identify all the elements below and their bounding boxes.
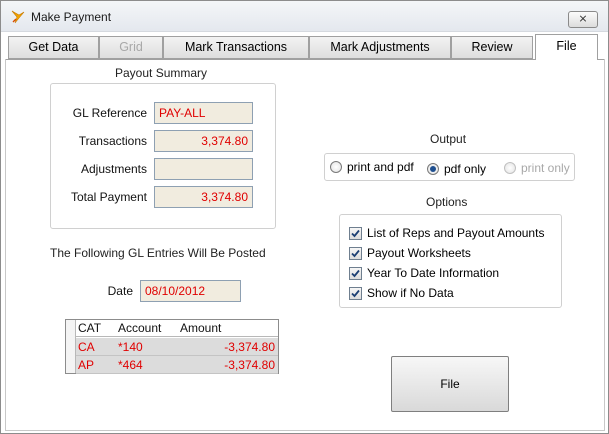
tab-file[interactable]: File	[535, 34, 598, 60]
checkbox-year-to-date-box	[349, 266, 362, 280]
tab-review[interactable]: Review	[451, 36, 533, 59]
checkbox-show-if-no-data-label: Show if No Data	[367, 286, 454, 300]
checkbox-list-of-reps[interactable]: List of Reps and Payout Amounts	[349, 226, 544, 240]
row-selector-column	[66, 320, 76, 373]
radio-pdf-only[interactable]: pdf only	[427, 162, 486, 176]
radio-print-and-pdf-indicator	[330, 161, 342, 173]
title-bar: Make Payment ⨯	[1, 1, 608, 32]
checkbox-payout-worksheets[interactable]: Payout Worksheets	[349, 246, 471, 260]
file-button[interactable]: File	[391, 356, 509, 412]
radio-print-only[interactable]: print only	[504, 161, 570, 175]
date-field[interactable]: 08/10/2012	[140, 280, 241, 302]
tab-mark-transactions[interactable]: Mark Transactions	[163, 36, 309, 59]
transactions-label: Transactions	[78, 134, 147, 148]
radio-print-only-indicator	[504, 162, 516, 174]
checkbox-list-of-reps-box	[349, 226, 362, 240]
adjustments-label: Adjustments	[80, 162, 147, 176]
window-title: Make Payment	[31, 10, 112, 24]
radio-print-only-label: print only	[521, 161, 570, 175]
checkbox-show-if-no-data-box	[349, 286, 362, 300]
app-icon	[11, 10, 25, 24]
checkbox-list-of-reps-label: List of Reps and Payout Amounts	[367, 226, 545, 240]
cell-amount: -3,374.80	[224, 340, 275, 354]
tab-grid[interactable]: Grid	[99, 36, 163, 59]
adjustments-field[interactable]	[154, 158, 253, 180]
gl-reference-field[interactable]: PAY-ALL	[154, 102, 253, 124]
gl-entries-heading: The Following GL Entries Will Be Posted	[50, 246, 266, 260]
column-header-cat[interactable]: CAT	[78, 321, 101, 335]
radio-print-and-pdf-label: print and pdf	[347, 160, 414, 174]
cell-account: *140	[118, 340, 143, 354]
date-label: Date	[107, 284, 133, 298]
total-payment-label: Total Payment	[70, 190, 147, 204]
output-heading: Output	[430, 132, 467, 146]
payout-summary-heading: Payout Summary	[115, 66, 208, 80]
tab-mark-adjustments[interactable]: Mark Adjustments	[309, 36, 451, 59]
cell-cat: AP	[78, 358, 95, 372]
checkbox-year-to-date-label: Year To Date Information	[367, 266, 500, 280]
transactions-field[interactable]: 3,374.80	[154, 130, 253, 152]
gl-entries-grid: CAT Account Amount CA *140 -3,374.80 AP …	[65, 319, 279, 374]
radio-pdf-only-label: pdf only	[444, 162, 487, 176]
checkmark-icon	[351, 229, 360, 237]
total-payment-field[interactable]: 3,374.80	[154, 186, 253, 208]
checkbox-show-if-no-data[interactable]: Show if No Data	[349, 286, 454, 300]
cell-account: *464	[118, 358, 143, 372]
radio-pdf-only-indicator	[427, 163, 439, 175]
tab-get-data[interactable]: Get Data	[8, 36, 99, 59]
checkbox-payout-worksheets-box	[349, 246, 362, 260]
cell-amount: -3,374.80	[224, 358, 275, 372]
grid-header: CAT Account Amount	[66, 320, 278, 337]
close-button[interactable]: ⨯	[568, 11, 598, 28]
checkbox-year-to-date[interactable]: Year To Date Information	[349, 266, 499, 280]
cell-cat: CA	[78, 340, 95, 354]
table-row[interactable]: CA *140 -3,374.80	[76, 338, 278, 356]
checkbox-payout-worksheets-label: Payout Worksheets	[367, 246, 471, 260]
radio-print-and-pdf[interactable]: print and pdf	[330, 160, 414, 174]
column-header-account[interactable]: Account	[118, 321, 161, 335]
column-header-amount[interactable]: Amount	[180, 321, 221, 335]
checkmark-icon	[351, 289, 360, 297]
checkmark-icon	[351, 249, 360, 257]
checkmark-icon	[351, 269, 360, 277]
gl-reference-label: GL Reference	[72, 106, 147, 120]
make-payment-window: Make Payment ⨯ Get Data Grid Mark Transa…	[0, 0, 609, 434]
table-row[interactable]: AP *464 -3,374.80	[76, 356, 278, 374]
options-heading: Options	[426, 195, 468, 209]
